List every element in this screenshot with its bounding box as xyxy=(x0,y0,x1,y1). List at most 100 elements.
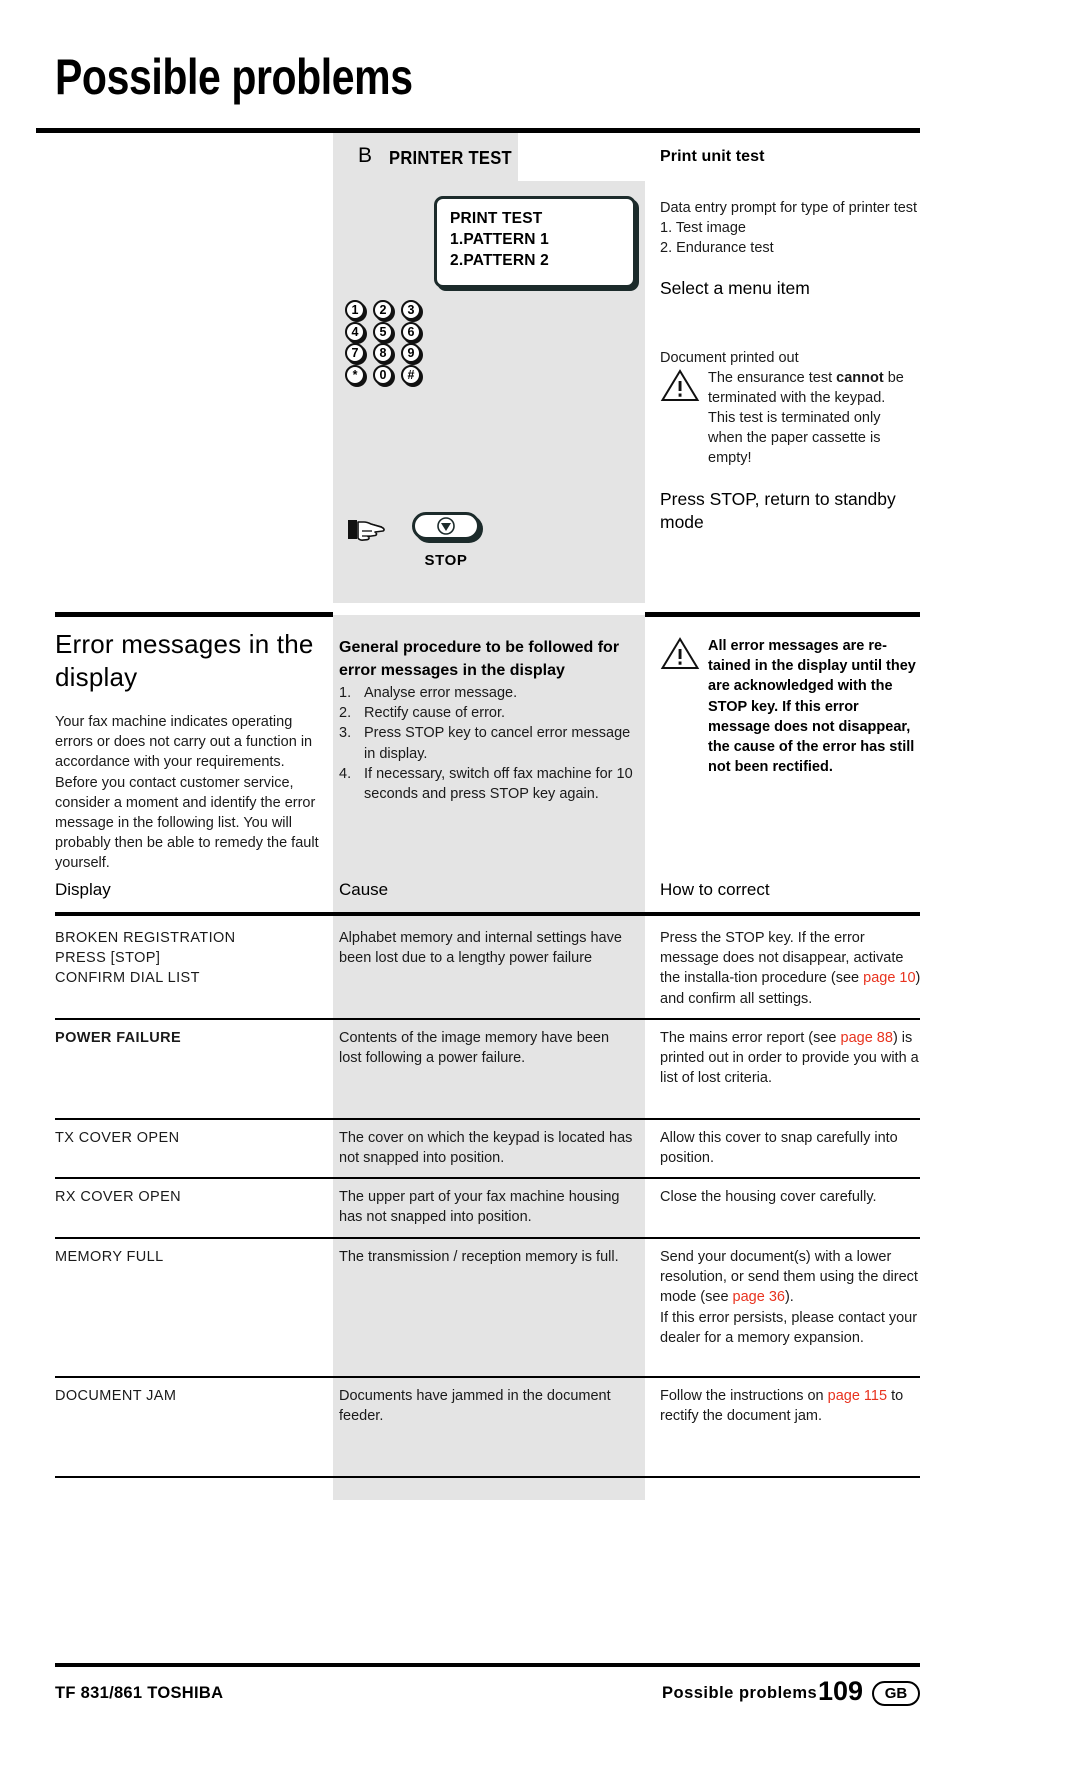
correct-text: Follow the instructions on xyxy=(660,1388,828,1404)
keypad-row: 123 xyxy=(344,300,428,322)
keypad-key-label: * xyxy=(345,364,365,385)
warning-text-bold: cannot xyxy=(836,370,884,386)
error-messages-intro: Your fax machine indicates operating err… xyxy=(55,714,319,872)
table-cell-display: RX COVER OPEN xyxy=(55,1189,182,1205)
table-row-divider xyxy=(55,1018,920,1020)
table-cell-cause: Documents have jammed in the document fe… xyxy=(339,1388,611,1425)
error-messages-heading: Error messages in the display xyxy=(55,629,314,692)
table-header-rule xyxy=(55,912,920,916)
procedure-step-number: 2. xyxy=(339,705,352,722)
keypad-key-3[interactable]: 3 xyxy=(400,300,428,321)
table-cell-cause: The transmission / reception memory is f… xyxy=(339,1249,619,1265)
error-section-divider-left xyxy=(55,612,333,617)
keypad-row: * 0 # xyxy=(344,364,428,387)
table-cell-correct: Follow the instructions on page 115 to r… xyxy=(660,1386,922,1426)
table-row-divider xyxy=(55,1476,920,1478)
keypad-key-label: 8 xyxy=(373,343,393,363)
print-unit-test-heading: Print unit test xyxy=(660,148,765,165)
keypad-key-label: # xyxy=(401,364,421,385)
procedure-step: 1. Analyse error message. xyxy=(339,683,639,703)
lcd-line-1: PRINT TEST xyxy=(450,210,543,227)
table-header-cause: Cause xyxy=(339,880,389,899)
correct-text: Allow this cover to snap carefully into … xyxy=(660,1130,898,1167)
table-cell-cause: The upper part of your fax machine housi… xyxy=(339,1189,620,1226)
ensurance-test-warning-text: The ensurance test cannot be terminated … xyxy=(708,368,908,468)
footer-divider xyxy=(55,1663,920,1667)
table-header-correct: How to correct xyxy=(660,880,770,899)
manual-page: Possible problems B PRINTER TEST PRINT T… xyxy=(0,0,1080,1773)
table-cell-correct: Close the housing cover carefully. xyxy=(660,1187,922,1207)
keypad-key-label: 6 xyxy=(401,321,421,342)
general-procedure-heading: General procedure to be followed for err… xyxy=(339,639,620,679)
keypad-key-5[interactable]: 5 xyxy=(372,321,400,343)
keypad-row: 789 xyxy=(344,343,428,365)
table-cell-display: MEMORY FULL xyxy=(55,1249,164,1265)
keypad-key-label: 3 xyxy=(401,300,421,320)
footer-locale-badge: GB xyxy=(872,1681,920,1706)
page-reference-link[interactable]: page 36 xyxy=(733,1289,785,1305)
procedure-step-number: 3. xyxy=(339,725,352,742)
table-cell-cause: Alphabet memory and internal settings ha… xyxy=(339,930,622,967)
press-stop-heading: Press STOP, return to standby mode xyxy=(660,489,896,532)
warning-triangle-icon xyxy=(660,368,700,402)
keypad-key-7[interactable]: 7 xyxy=(344,343,372,364)
section-letter: B xyxy=(358,144,373,167)
table-cell-correct: Press the STOP key. If the error message… xyxy=(660,928,922,1009)
table-cell-display: BROKEN REGISTRATION PRESS [STOP] CONFIRM… xyxy=(55,930,236,987)
table-header-display: Display xyxy=(55,880,111,899)
keypad-key-hash[interactable]: # xyxy=(400,364,428,386)
select-menu-item-heading: Select a menu item xyxy=(660,278,810,298)
warning-text-pre: The ensurance test xyxy=(708,370,837,386)
keypad-row: 456 xyxy=(344,321,428,344)
table-cell-correct: Allow this cover to snap carefully into … xyxy=(660,1128,922,1168)
data-entry-prompt-line: Data entry prompt for type of printer te… xyxy=(660,200,918,216)
error-section-divider-right xyxy=(645,612,920,617)
keypad-key-label: 5 xyxy=(373,321,393,342)
keypad-key-label: 0 xyxy=(373,364,393,385)
stop-key-button[interactable] xyxy=(412,512,480,540)
page-reference-link[interactable]: page 10 xyxy=(863,970,915,986)
table-cell-display: DOCUMENT JAM xyxy=(55,1388,177,1404)
keypad-key-4[interactable]: 4 xyxy=(344,321,372,343)
procedure-step: 3. Press STOP key to cancel error message… xyxy=(339,723,639,763)
page-reference-link[interactable]: page 88 xyxy=(841,1030,893,1046)
procedure-step-text: Rectify cause of error. xyxy=(364,705,506,722)
retained-messages-warning-text: All error messages are re-tained in the … xyxy=(708,638,916,776)
keypad-key-star[interactable]: * xyxy=(344,364,372,386)
document-printed-out-label: Document printed out xyxy=(660,350,799,366)
keypad-key-label: 4 xyxy=(345,321,365,342)
correct-text: Close the housing cover carefully. xyxy=(660,1189,877,1205)
footer-page-number: 109 xyxy=(818,1676,864,1706)
table-cell-correct: Send your document(s) with a lower resol… xyxy=(660,1247,922,1348)
numeric-keypad[interactable]: 1 2 3 4 5 6 7 8 9 * 0 # xyxy=(344,300,428,386)
keypad-key-0[interactable]: 0 xyxy=(372,364,400,386)
table-cell-cause: The cover on which the keypad is located… xyxy=(339,1130,633,1167)
keypad-key-label: 1 xyxy=(345,300,365,320)
table-cell-cause: Contents of the image memory have been l… xyxy=(339,1030,610,1067)
keypad-key-9[interactable]: 9 xyxy=(400,343,428,364)
page-reference-link[interactable]: page 115 xyxy=(828,1388,887,1404)
general-procedure-list: 1. Analyse error message. 2. Rectify cause … xyxy=(339,683,639,804)
table-row-divider xyxy=(55,1376,920,1378)
keypad-key-2[interactable]: 2 xyxy=(372,300,400,321)
table-cell-display: TX COVER OPEN xyxy=(55,1130,180,1146)
lcd-line-3: 2.PATTERN 2 xyxy=(450,252,549,269)
keypad-key-label: 2 xyxy=(373,300,393,320)
printer-test-option-1: 1. Test image xyxy=(660,220,746,236)
pointing-hand-icon xyxy=(347,513,395,545)
shaded-band-tab-notch xyxy=(518,133,645,181)
printer-test-option-2: 2. Endurance test xyxy=(660,240,774,256)
ensurance-test-warning: The ensurance test cannot be terminated … xyxy=(660,368,920,468)
keypad-key-8[interactable]: 8 xyxy=(372,343,400,364)
procedure-step-text: If necessary, switch off fax machine for… xyxy=(364,765,633,803)
stop-symbol-icon xyxy=(437,517,455,535)
keypad-key-label: 9 xyxy=(401,343,421,363)
procedure-step-text: Press STOP key to cancel error message i… xyxy=(364,725,631,762)
retained-messages-warning: All error messages are re-tained in the … xyxy=(660,636,922,777)
procedure-step-number: 1. xyxy=(339,685,352,701)
lcd-line-2: 1.PATTERN 1 xyxy=(450,231,549,248)
keypad-key-6[interactable]: 6 xyxy=(400,321,428,343)
keypad-key-1[interactable]: 1 xyxy=(344,300,372,321)
table-row-divider xyxy=(55,1237,920,1239)
footer-model: TF 831/861 TOSHIBA xyxy=(55,1684,224,1702)
